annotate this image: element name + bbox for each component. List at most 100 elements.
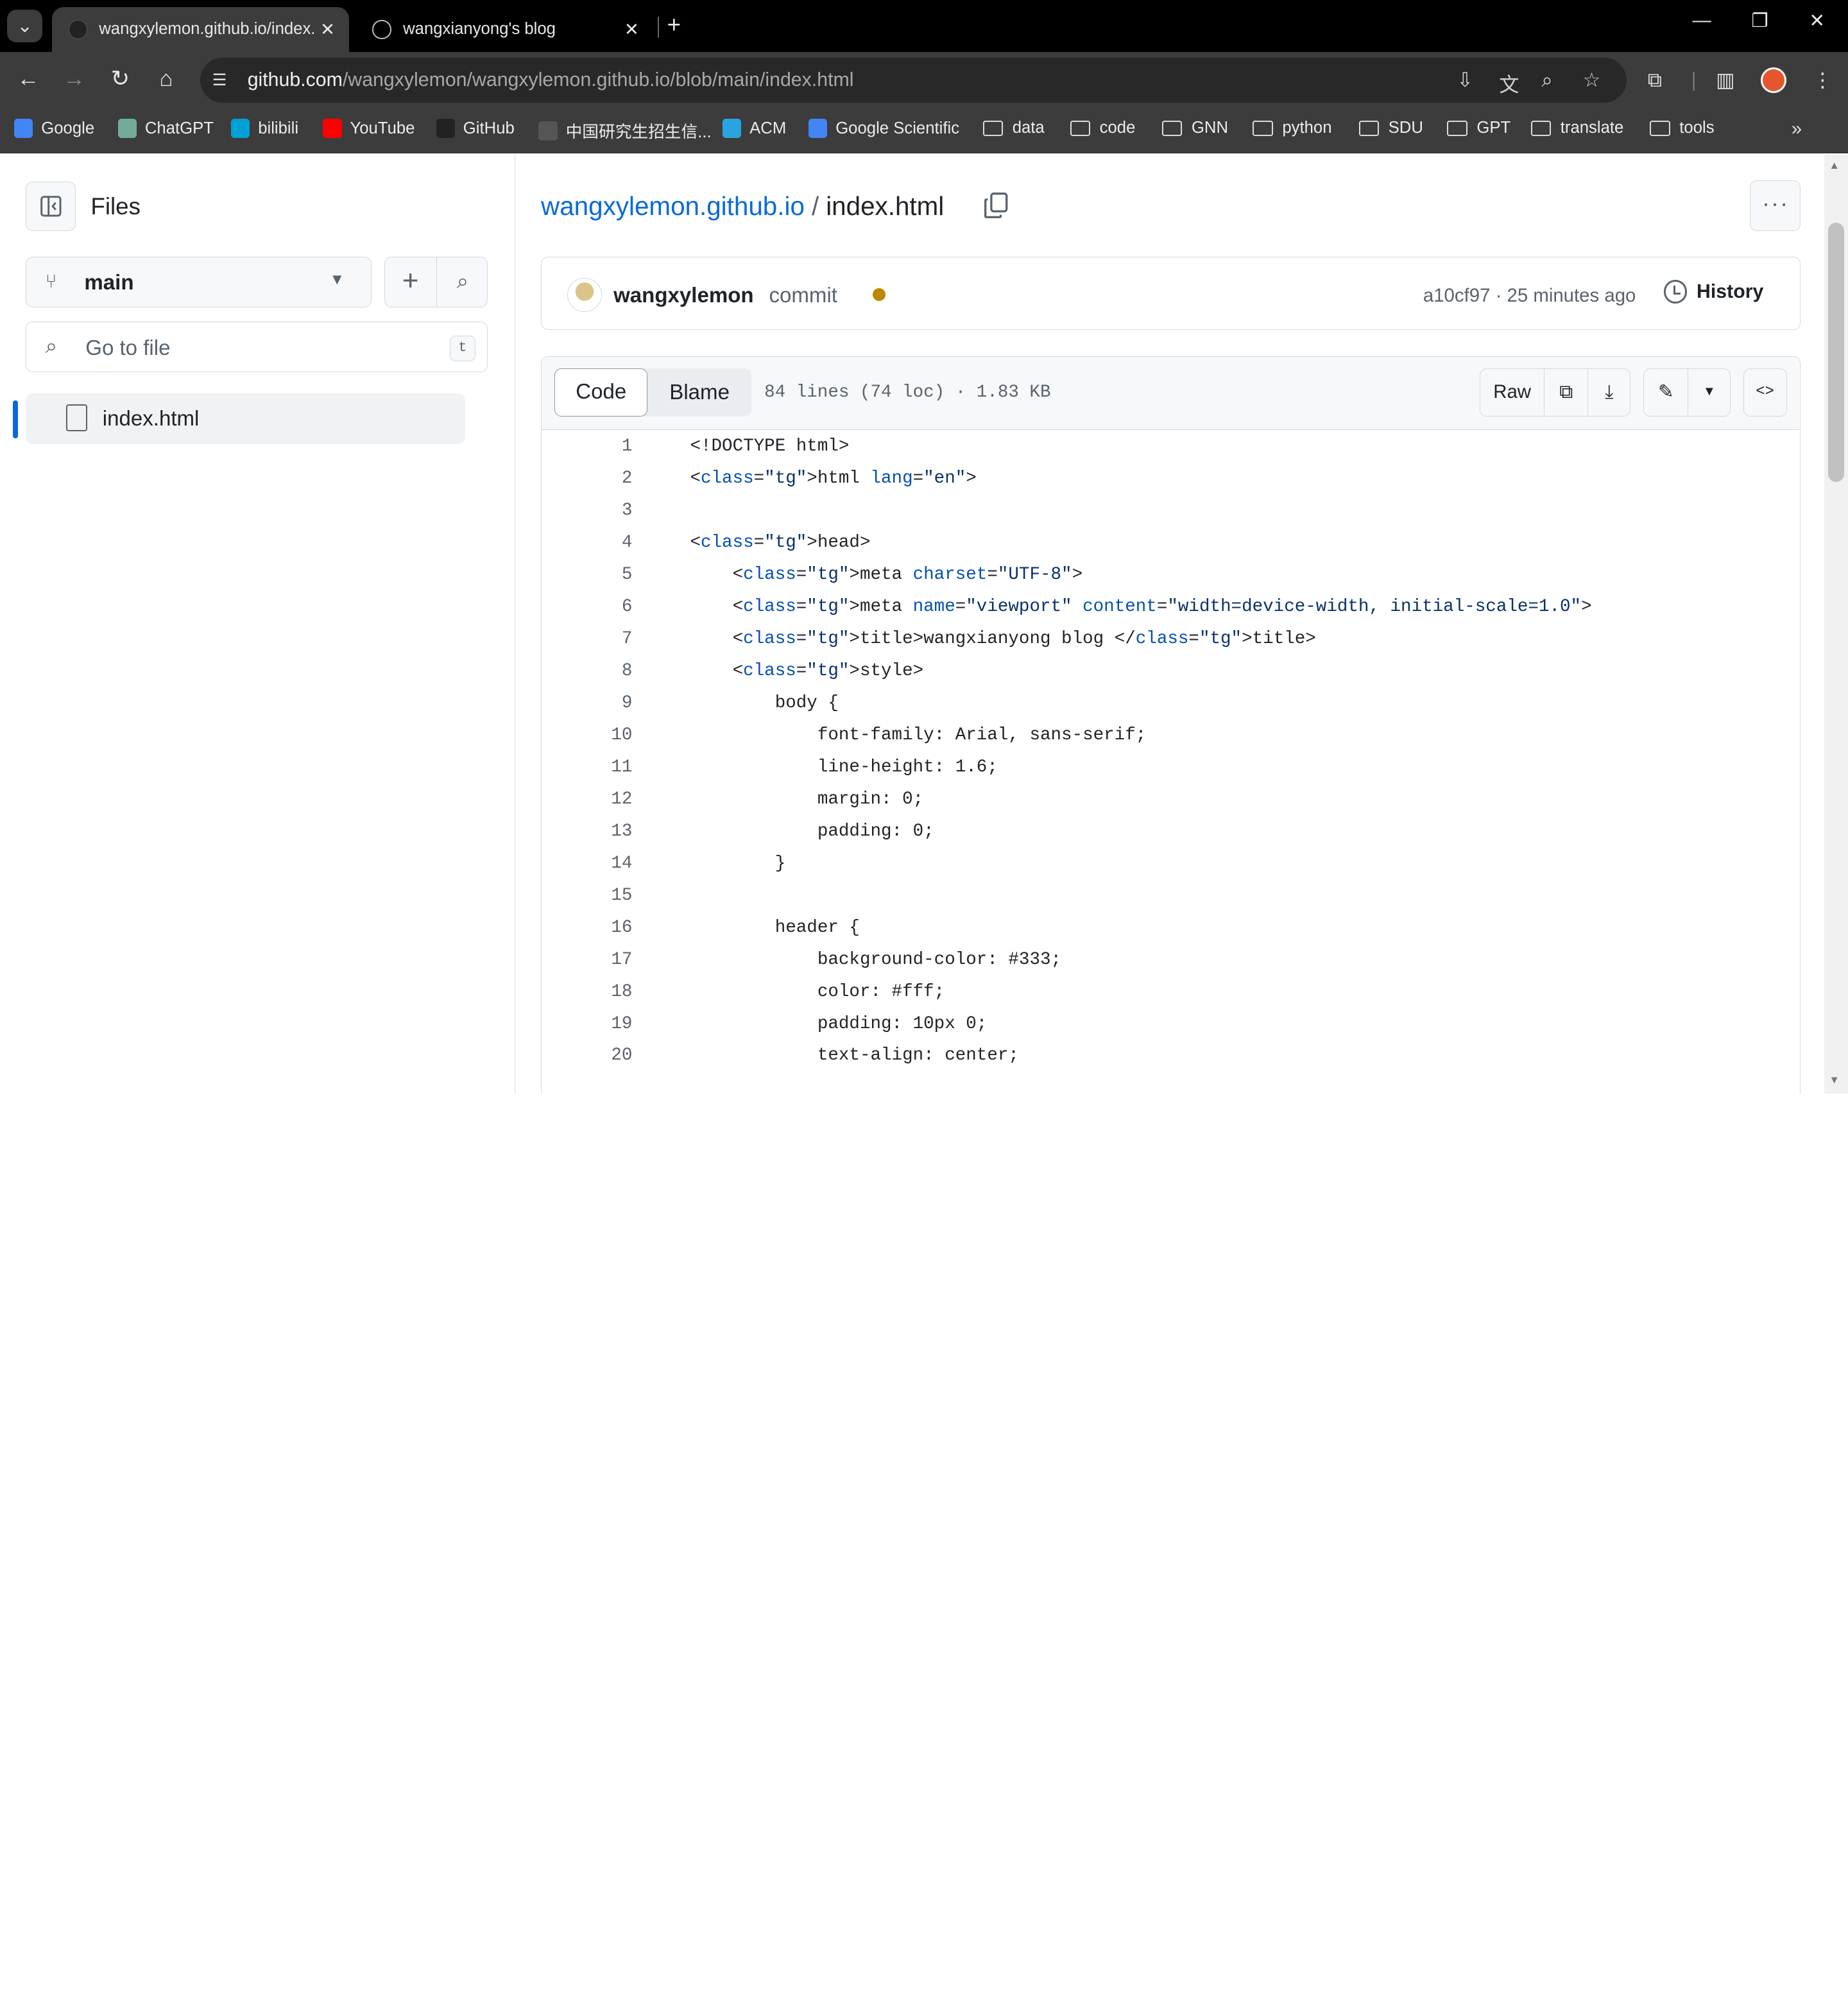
bookmark-site[interactable]: 中国研究生招生信... — [538, 119, 712, 142]
line-number[interactable]: 10 — [542, 719, 632, 752]
more-options-button[interactable]: ··· — [1750, 180, 1801, 231]
zoom-icon[interactable]: ⌕ — [1541, 69, 1552, 92]
tab-search-dropdown-icon[interactable]: ⌄ — [7, 9, 43, 43]
commit-meta[interactable]: a10cf97 · 25 minutes ago — [1423, 285, 1636, 307]
address-bar[interactable]: ☰ github.com/wangxylemon/wangxylemon.git… — [200, 57, 1627, 103]
tab-blog[interactable]: wangxianyong's blog ✕ — [356, 7, 653, 52]
restore-icon[interactable]: ❐ — [1751, 10, 1768, 32]
code-line[interactable]: 12 margin: 0; — [542, 784, 1799, 816]
bookmark-site[interactable]: Google — [14, 119, 94, 138]
bookmark-star-icon[interactable]: ☆ — [1583, 69, 1601, 92]
line-number[interactable]: 15 — [542, 880, 632, 912]
more-bookmarks-icon[interactable]: » — [1792, 118, 1802, 140]
search-icon[interactable]: ⌕ — [438, 257, 487, 305]
bookmark-folder[interactable]: GPT — [1447, 119, 1510, 137]
site-info-icon[interactable]: ☰ — [212, 71, 227, 90]
history-button[interactable]: History — [1663, 280, 1763, 304]
code-line[interactable]: 16 header { — [542, 912, 1799, 944]
code-line[interactable]: 18 color: #fff; — [542, 976, 1799, 1008]
tree-item-index-html[interactable]: index.html — [13, 393, 466, 445]
bookmark-site[interactable]: YouTube — [323, 119, 415, 138]
extensions-icon[interactable]: ⧉ — [1648, 69, 1662, 92]
forward-icon[interactable]: → — [60, 66, 89, 92]
line-number[interactable]: 9 — [542, 687, 633, 719]
branch-selector[interactable]: ⑂ main ▼ — [26, 257, 372, 308]
home-icon[interactable]: ⌂ — [152, 66, 180, 92]
profile-avatar[interactable] — [1761, 67, 1787, 94]
back-icon[interactable]: ← — [14, 66, 42, 92]
add-file-icon[interactable]: + — [385, 257, 437, 306]
translate-icon[interactable]: 文 — [1499, 69, 1519, 98]
line-number[interactable]: 7 — [542, 623, 633, 655]
page-scrollbar[interactable]: ▲ ▼ — [1824, 154, 1848, 1094]
code-line[interactable]: 4 <class="tg">head> — [542, 527, 1799, 559]
raw-button[interactable]: Raw — [1480, 369, 1544, 415]
bookmark-folder[interactable]: tools — [1650, 119, 1715, 137]
line-number[interactable]: 8 — [542, 655, 633, 687]
edit-pencil-icon[interactable]: ✎ — [1644, 369, 1688, 415]
tab-blame[interactable]: Blame — [647, 368, 751, 417]
line-number[interactable]: 19 — [542, 1008, 632, 1040]
line-number[interactable]: 5 — [542, 559, 633, 591]
line-number[interactable]: 1 — [542, 431, 633, 463]
copy-path-icon[interactable] — [983, 191, 1009, 219]
bookmark-folder[interactable]: SDU — [1358, 119, 1423, 137]
code-line[interactable]: 10 font-family: Arial, sans-serif; — [542, 719, 1799, 752]
bookmark-site[interactable]: ACM — [722, 119, 786, 138]
install-app-icon[interactable]: ⇩ — [1457, 69, 1473, 92]
bookmark-folder[interactable]: python — [1253, 119, 1332, 137]
window-close-icon[interactable]: ✕ — [1809, 10, 1825, 32]
code-line[interactable]: 20 text-align: center; — [542, 1040, 1799, 1072]
tab-code[interactable]: Code — [554, 368, 648, 417]
code-square-icon[interactable]: <> — [1744, 369, 1785, 415]
line-number[interactable]: 14 — [542, 848, 632, 880]
reload-icon[interactable]: ↻ — [106, 66, 134, 92]
code-line[interactable]: 13 padding: 0; — [542, 816, 1799, 848]
code-line[interactable]: 7 <class="tg">title>wangxianyong blog </… — [542, 623, 1799, 655]
line-number[interactable]: 4 — [542, 527, 633, 559]
bookmark-folder[interactable]: data — [982, 119, 1045, 137]
commit-author[interactable]: wangxylemon — [613, 284, 754, 308]
scroll-up-icon[interactable]: ▲ — [1829, 159, 1840, 172]
line-number[interactable]: 2 — [542, 463, 633, 495]
bookmark-folder[interactable]: code — [1070, 119, 1135, 137]
code-line[interactable]: 14 } — [542, 848, 1799, 880]
line-number[interactable]: 3 — [542, 495, 633, 527]
code-line[interactable]: 9 body { — [542, 687, 1799, 719]
close-tab-icon[interactable]: ✕ — [314, 19, 342, 40]
line-number[interactable]: 16 — [542, 912, 632, 944]
bookmark-site[interactable]: GitHub — [436, 119, 515, 138]
menu-kebab-icon[interactable]: ⋮ — [1813, 69, 1833, 92]
copy-raw-icon[interactable]: ⧉ — [1544, 369, 1587, 415]
line-number[interactable]: 18 — [542, 976, 632, 1008]
line-number[interactable]: 11 — [542, 752, 632, 784]
bookmark-site[interactable]: ChatGPT — [117, 119, 214, 138]
minimize-icon[interactable]: — — [1693, 10, 1711, 31]
code-line[interactable]: 19 padding: 10px 0; — [542, 1008, 1799, 1040]
collapse-sidebar-icon[interactable] — [26, 181, 76, 231]
scrollbar-thumb[interactable] — [1827, 223, 1845, 483]
side-panel-icon[interactable]: ▥ — [1716, 69, 1735, 92]
code-line[interactable]: 8 <class="tg">style> — [542, 655, 1799, 687]
code-line[interactable]: 5 <class="tg">meta charset="UTF-8"> — [542, 559, 1799, 591]
code-line[interactable]: 11 line-height: 1.6; — [542, 752, 1799, 784]
tab-github[interactable]: wangxylemon.github.io/index.html ✕ — [51, 7, 349, 52]
url-text[interactable]: github.com/wangxylemon/wangxylemon.githu… — [248, 69, 854, 91]
line-number[interactable]: 12 — [542, 784, 632, 816]
bookmark-site[interactable]: Google Scientific — [808, 119, 959, 138]
commit-status-dot[interactable] — [873, 288, 886, 302]
code-line[interactable]: 2 <class="tg">html lang="en"> — [542, 463, 1799, 495]
code-line[interactable]: 15 — [542, 880, 1799, 912]
bookmark-site[interactable]: bilibili — [230, 119, 298, 138]
new-tab-icon[interactable]: + — [667, 12, 681, 39]
line-number[interactable]: 20 — [542, 1040, 632, 1072]
go-to-file-input[interactable]: ⌕ Go to file t — [26, 322, 488, 373]
line-number[interactable]: 17 — [542, 944, 632, 976]
code-line[interactable]: 1 <!DOCTYPE html> — [542, 431, 1799, 463]
code-line[interactable]: 3 — [542, 495, 1799, 527]
bookmark-folder[interactable]: GNN — [1161, 119, 1228, 137]
edit-dropdown-icon[interactable]: ▼ — [1688, 369, 1730, 415]
scroll-down-icon[interactable]: ▼ — [1829, 1074, 1840, 1087]
code-line[interactable]: 17 background-color: #333; — [542, 944, 1799, 976]
download-icon[interactable]: ⤓ — [1587, 369, 1630, 415]
